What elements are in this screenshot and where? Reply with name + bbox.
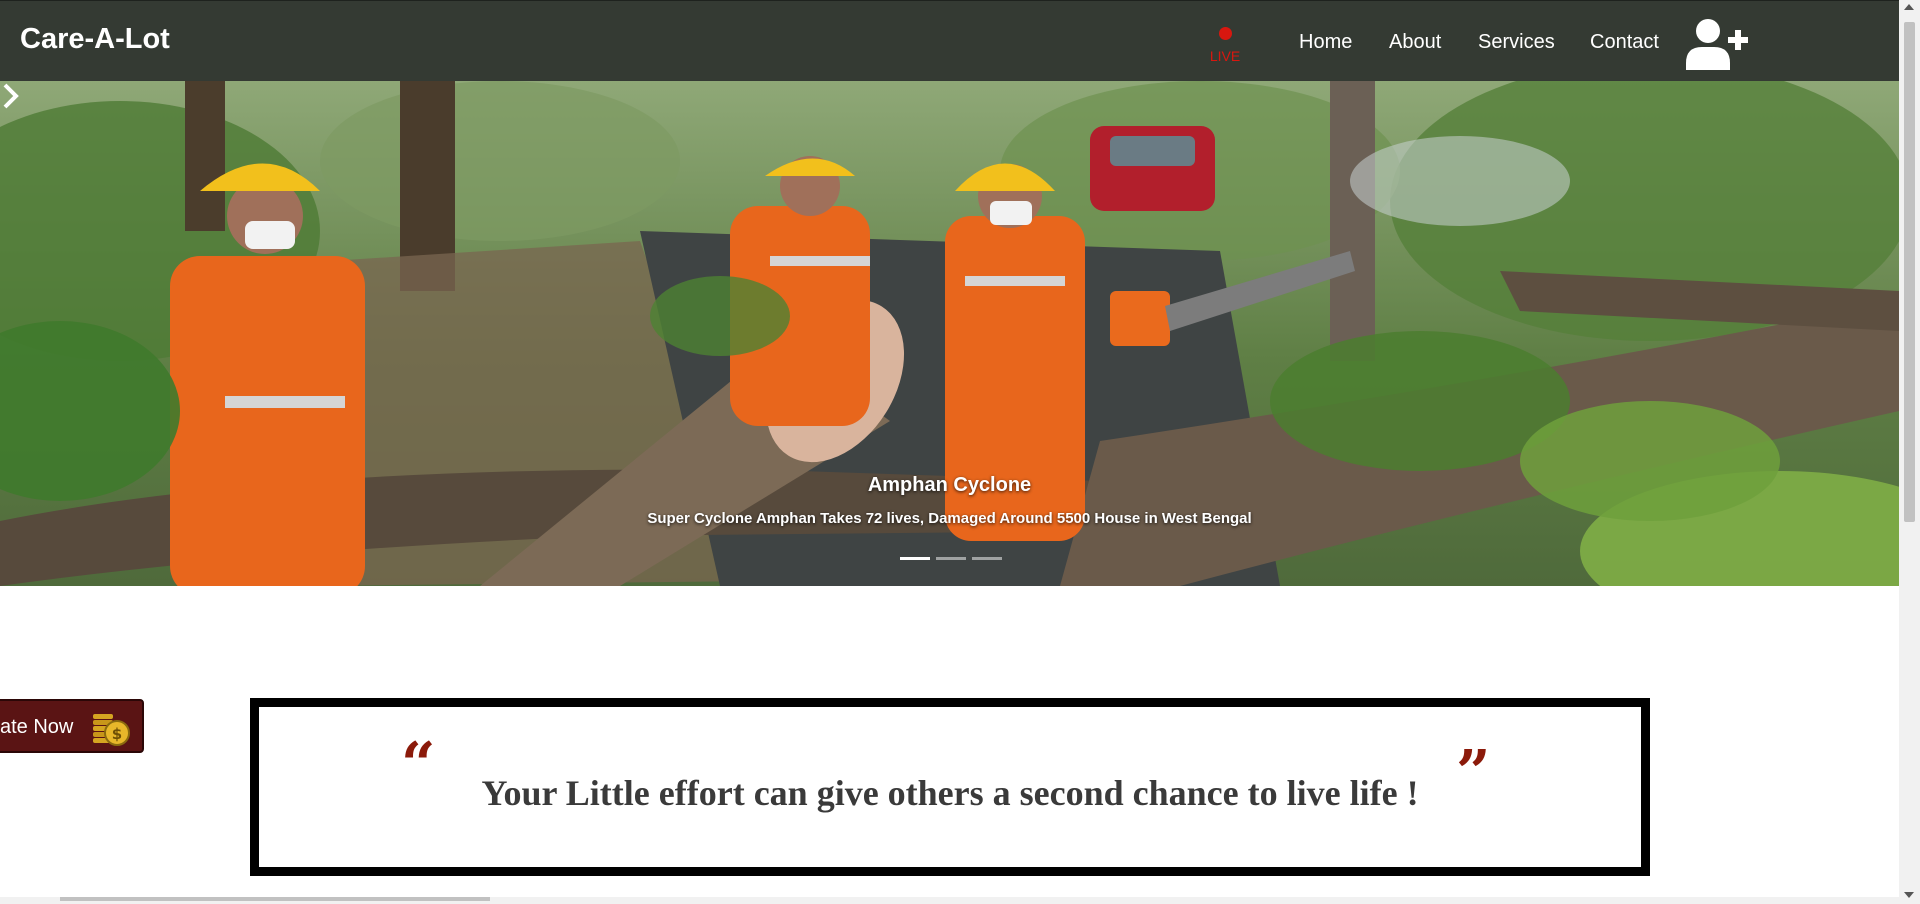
donate-button[interactable]: ate Now $ bbox=[0, 699, 144, 753]
brand-logo[interactable]: Care-A-Lot bbox=[20, 23, 170, 56]
live-label: LIVE bbox=[1209, 48, 1241, 64]
vertical-scrollbar[interactable] bbox=[1899, 0, 1920, 904]
nav-services[interactable]: Services bbox=[1478, 31, 1555, 54]
live-indicator[interactable]: LIVE bbox=[1195, 23, 1255, 73]
carousel-indicators bbox=[900, 557, 1002, 560]
svg-text:$: $ bbox=[112, 725, 122, 743]
carousel-caption-text: Super Cyclone Amphan Takes 72 lives, Dam… bbox=[647, 510, 1252, 527]
horizontal-scrollbar[interactable] bbox=[0, 897, 1899, 904]
nav-contact[interactable]: Contact bbox=[1590, 31, 1659, 54]
nav-home[interactable]: Home bbox=[1299, 31, 1352, 54]
scroll-down-icon[interactable] bbox=[1904, 892, 1914, 898]
close-quote-icon: ” bbox=[1456, 738, 1491, 808]
chevron-right-icon[interactable] bbox=[0, 81, 22, 111]
scrollbar-thumb[interactable] bbox=[1904, 22, 1915, 522]
scroll-up-icon[interactable] bbox=[1904, 4, 1914, 10]
live-dot-icon bbox=[1218, 27, 1232, 40]
navbar: Care-A-Lot LIVE Home About Services Cont… bbox=[0, 0, 1899, 81]
user-plus-icon[interactable] bbox=[1686, 18, 1750, 70]
donate-label: ate Now bbox=[0, 716, 74, 738]
carousel-indicator[interactable] bbox=[972, 557, 1002, 560]
hero-carousel: Amphan Cyclone Super Cyclone Amphan Take… bbox=[0, 81, 1899, 586]
carousel-indicator[interactable] bbox=[936, 557, 966, 560]
quote-box: “ Your Little effort can give others a s… bbox=[250, 698, 1650, 876]
nav-about[interactable]: About bbox=[1389, 31, 1441, 54]
carousel-indicator[interactable] bbox=[900, 557, 930, 560]
carousel-caption-title: Amphan Cyclone bbox=[867, 474, 1032, 496]
quote-text: Your Little effort can give others a sec… bbox=[481, 773, 1419, 813]
coins-icon: $ bbox=[93, 714, 130, 746]
horizontal-scrollbar-thumb[interactable] bbox=[60, 897, 490, 901]
